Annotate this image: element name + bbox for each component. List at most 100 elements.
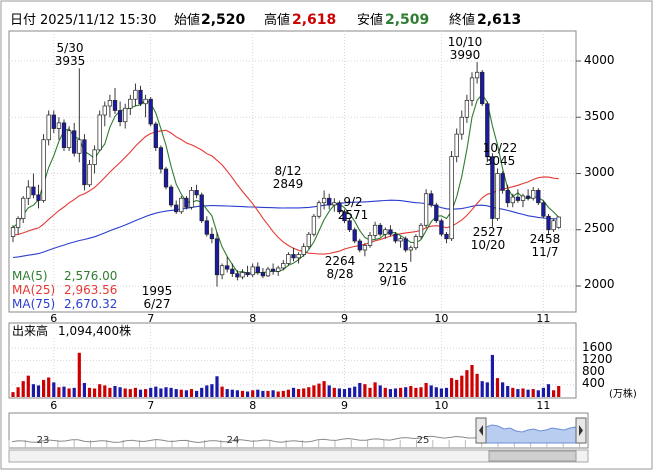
candle-body-up — [474, 71, 480, 79]
candle-body-up — [321, 197, 327, 204]
candle-body-up — [332, 202, 337, 206]
candle-body-up — [423, 193, 429, 226]
navigator-left-handle[interactable] — [475, 417, 487, 444]
candle-body-down — [72, 130, 77, 154]
candle — [418, 223, 424, 239]
candle-body-down — [36, 194, 41, 201]
candle-body-up — [15, 218, 21, 228]
volume-bar-down — [516, 389, 520, 397]
candle-body-down — [260, 272, 266, 277]
volume-bar-up — [47, 377, 51, 397]
volume-bar-down — [261, 390, 265, 397]
volume-x-tick: 10 — [434, 399, 448, 412]
volume-value: 1,094,400株 — [58, 323, 131, 338]
close-value: 2,613 — [477, 12, 521, 28]
candle-body-up — [219, 265, 225, 276]
candle-body-down — [61, 122, 67, 148]
candle-body-down — [270, 268, 276, 272]
volume-bar-down — [485, 382, 489, 397]
scrollbar-thumb[interactable] — [488, 450, 577, 462]
volume-bar-up — [281, 390, 285, 397]
date-label: 日付 — [10, 13, 36, 28]
annotation-date: 10/10 — [448, 35, 483, 49]
volume-bar-up — [93, 388, 97, 397]
volume-bar-up — [276, 391, 280, 397]
navigator-year-label: 24 — [227, 435, 240, 446]
annotation-date: 9/2 — [343, 195, 362, 209]
candle-body-down — [439, 220, 444, 235]
candle-body-up — [281, 263, 286, 269]
candle-body-down — [352, 229, 357, 242]
volume-bar-down — [348, 387, 352, 397]
navigator-year-label: 23 — [37, 435, 50, 446]
candle — [61, 119, 67, 151]
volume-bar-down — [230, 389, 234, 397]
volume-bar-up — [465, 370, 469, 397]
candle — [286, 252, 291, 266]
candle-body-down — [245, 272, 250, 276]
stock-chart: 日付 2025/11/12 15:30 始値 2,520 高値 2,618 安値… — [0, 0, 653, 470]
high-value: 2,618 — [292, 12, 336, 28]
candle — [41, 134, 46, 203]
candle-body-up — [296, 254, 301, 259]
candle-body-up — [250, 266, 255, 276]
candle-body-up — [107, 100, 113, 107]
price-y-tick: 4000 — [584, 53, 615, 67]
candle-body-down — [378, 224, 383, 235]
candle-body-down — [505, 190, 510, 204]
volume-bar-up — [98, 384, 102, 397]
volume-bar-up — [144, 389, 148, 397]
volume-bar-down — [541, 387, 545, 397]
candle-body-up — [10, 227, 16, 237]
annotation-date: 10/20 — [471, 238, 506, 252]
candle-body-down — [541, 202, 546, 217]
navigator-right-handle[interactable] — [575, 417, 587, 444]
volume-bar-up — [297, 389, 301, 397]
candle-body-up — [240, 272, 245, 278]
price-y-tick: 2000 — [584, 277, 615, 291]
candle-body-down — [112, 100, 118, 111]
annotation-date: 9/16 — [380, 274, 407, 288]
candle-body-up — [362, 245, 368, 251]
candle-body-up — [510, 196, 515, 204]
candle-body-down — [214, 238, 220, 276]
volume-bar-up — [455, 379, 459, 397]
scrollbar[interactable] — [8, 449, 589, 463]
candle-body-up — [143, 98, 148, 105]
annotation-date: 11/7 — [532, 245, 559, 259]
candle-body-up — [97, 114, 102, 151]
candle — [551, 218, 556, 232]
volume-bar-down — [149, 387, 153, 397]
volume-bar-up — [307, 387, 311, 397]
candle — [352, 227, 357, 244]
volume-bar-up — [419, 387, 423, 397]
candle-body-down — [204, 220, 209, 235]
volume-bar-up — [317, 383, 321, 397]
volume-bar-down — [118, 387, 122, 397]
annotation-date: 8/12 — [275, 164, 302, 178]
volume-bar-down — [271, 390, 275, 397]
volume-bar-down — [490, 354, 494, 397]
volume-bar-up — [57, 387, 61, 397]
candle-body-down — [194, 190, 199, 196]
candle-body-up — [418, 224, 424, 237]
volume-bar-down — [164, 387, 168, 397]
candle-body-down — [291, 254, 296, 259]
volume-bar-down — [536, 390, 540, 397]
candle-body-up — [77, 139, 82, 154]
volume-bar-down — [36, 385, 41, 397]
candle-body-up — [265, 268, 271, 277]
candle-body-up — [26, 186, 31, 199]
volume-bar-down — [246, 391, 250, 397]
volume-bar-down — [439, 388, 443, 397]
candle-body-up — [449, 156, 454, 240]
volume-bar-up — [552, 390, 556, 397]
volume-bar-up — [414, 387, 418, 397]
volume-bar-up — [240, 390, 245, 397]
candle — [179, 196, 184, 214]
open-value: 2,520 — [201, 12, 246, 28]
annotation-value: 2264 — [325, 254, 356, 268]
annotation-date: 5/30 — [57, 41, 84, 55]
candle — [413, 234, 419, 250]
volume-bar-up — [26, 375, 30, 397]
